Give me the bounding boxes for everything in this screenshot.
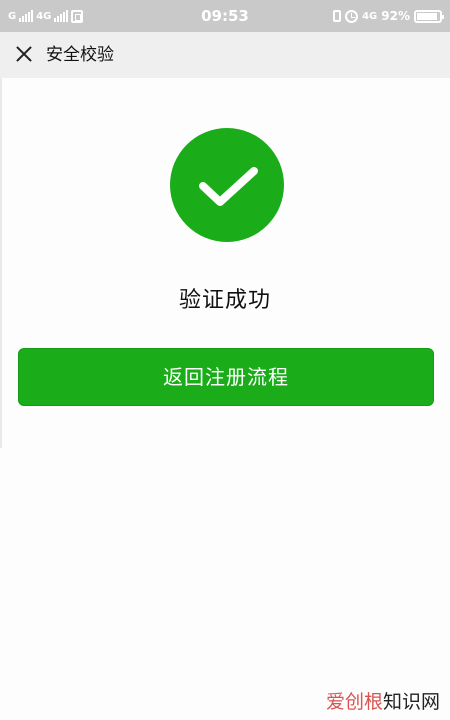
watermark: 爱创根知识网 — [326, 687, 440, 714]
battery-percent: 92% — [381, 9, 410, 23]
return-to-registration-button[interactable]: 返回注册流程 — [18, 348, 434, 406]
page-title: 安全校验 — [46, 45, 114, 65]
watermark-rest: 知识网 — [382, 691, 440, 713]
checkmark-icon — [199, 167, 258, 206]
status-right: 4G 92% — [333, 0, 444, 32]
success-badge — [170, 128, 284, 242]
watermark-accent: 爱创根 — [325, 691, 383, 713]
alarm-icon — [345, 9, 359, 23]
close-icon[interactable] — [14, 44, 34, 64]
status-bar: G 4G 09:53 4G 92% — [0, 0, 450, 32]
result-message: 验证成功 — [178, 288, 271, 313]
nav-bar: 安全校验 — [0, 32, 450, 78]
battery-icon — [414, 9, 444, 23]
divider — [0, 78, 2, 448]
vibrate-icon — [333, 10, 342, 22]
network-type-right: 4G — [362, 10, 378, 22]
